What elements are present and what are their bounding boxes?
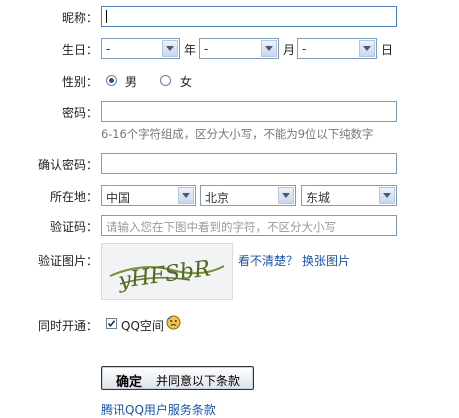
gender-female-label[interactable]: 女	[180, 73, 192, 90]
password-label: 密码：	[61, 106, 98, 120]
birth-day-value: -	[302, 42, 307, 56]
birth-year-value: -	[106, 42, 111, 56]
qzone-checkbox[interactable]	[106, 318, 117, 329]
country-value: 中国	[106, 191, 131, 205]
district-value: 东城	[306, 191, 331, 205]
unclear-link[interactable]: 看不清楚？	[238, 252, 298, 269]
country-select[interactable]: 中国	[101, 185, 196, 206]
birth-month-select[interactable]: -	[199, 38, 279, 59]
birth-day-select[interactable]: -	[297, 38, 377, 59]
submit-button[interactable]: 确定 并同意以下条款	[101, 366, 254, 390]
captcha-image[interactable]: yHFSbR	[101, 243, 233, 300]
chevron-down-icon	[379, 187, 395, 204]
submit-strong-label: 确定	[116, 374, 143, 389]
chevron-down-icon	[261, 40, 277, 57]
province-value: 北京	[205, 191, 230, 205]
chevron-down-icon	[278, 187, 294, 204]
text-caret	[106, 10, 107, 23]
gender-male-label[interactable]: 男	[125, 73, 137, 90]
qzone-label[interactable]: QQ空间	[121, 317, 164, 334]
chevron-down-icon	[359, 40, 375, 57]
verify-code-placeholder: 请输入您在下图中看到的字符，不区分大小写	[106, 220, 336, 234]
nickname-input[interactable]	[101, 6, 397, 27]
password-hint: 6-16个字符组成，区分大小写，不能为9位以下纯数字	[101, 127, 374, 141]
location-label: 所在地：	[49, 190, 98, 204]
submit-rest-label: 并同意以下条款	[156, 374, 241, 388]
verify-image-label: 验证图片：	[37, 254, 98, 268]
password-input[interactable]	[101, 101, 397, 122]
day-unit: 日	[381, 43, 394, 57]
confirm-password-input[interactable]	[101, 153, 397, 174]
confirm-password-label: 确认密码：	[37, 158, 98, 172]
nickname-label: 昵称：	[61, 11, 98, 25]
year-unit: 年	[184, 43, 197, 57]
month-unit: 月	[283, 43, 296, 57]
chevron-down-icon	[178, 187, 194, 204]
gender-male-radio[interactable]	[106, 75, 117, 86]
also-open-label: 同时开通：	[37, 319, 98, 333]
change-image-link[interactable]: 换张图片	[302, 252, 350, 269]
birth-year-select[interactable]: -	[101, 38, 180, 59]
gender-female-radio[interactable]	[160, 75, 171, 86]
birth-month-value: -	[204, 42, 209, 56]
province-select[interactable]: 北京	[200, 185, 296, 206]
verify-code-input[interactable]: 请输入您在下图中看到的字符，不区分大小写	[101, 215, 397, 236]
terms-link[interactable]: 腾讯QQ用户服务条款	[101, 401, 216, 418]
district-select[interactable]: 东城	[301, 185, 397, 206]
verify-code-label: 验证码：	[49, 220, 98, 234]
birthday-label: 生日：	[61, 43, 98, 57]
captcha-drawing: yHFSbR	[109, 256, 225, 294]
chevron-down-icon	[162, 40, 178, 57]
check-icon	[107, 320, 116, 328]
qzone-emoticon-icon	[166, 315, 181, 330]
captcha-text: yHFSbR	[116, 256, 212, 294]
gender-label: 性别：	[61, 75, 98, 89]
